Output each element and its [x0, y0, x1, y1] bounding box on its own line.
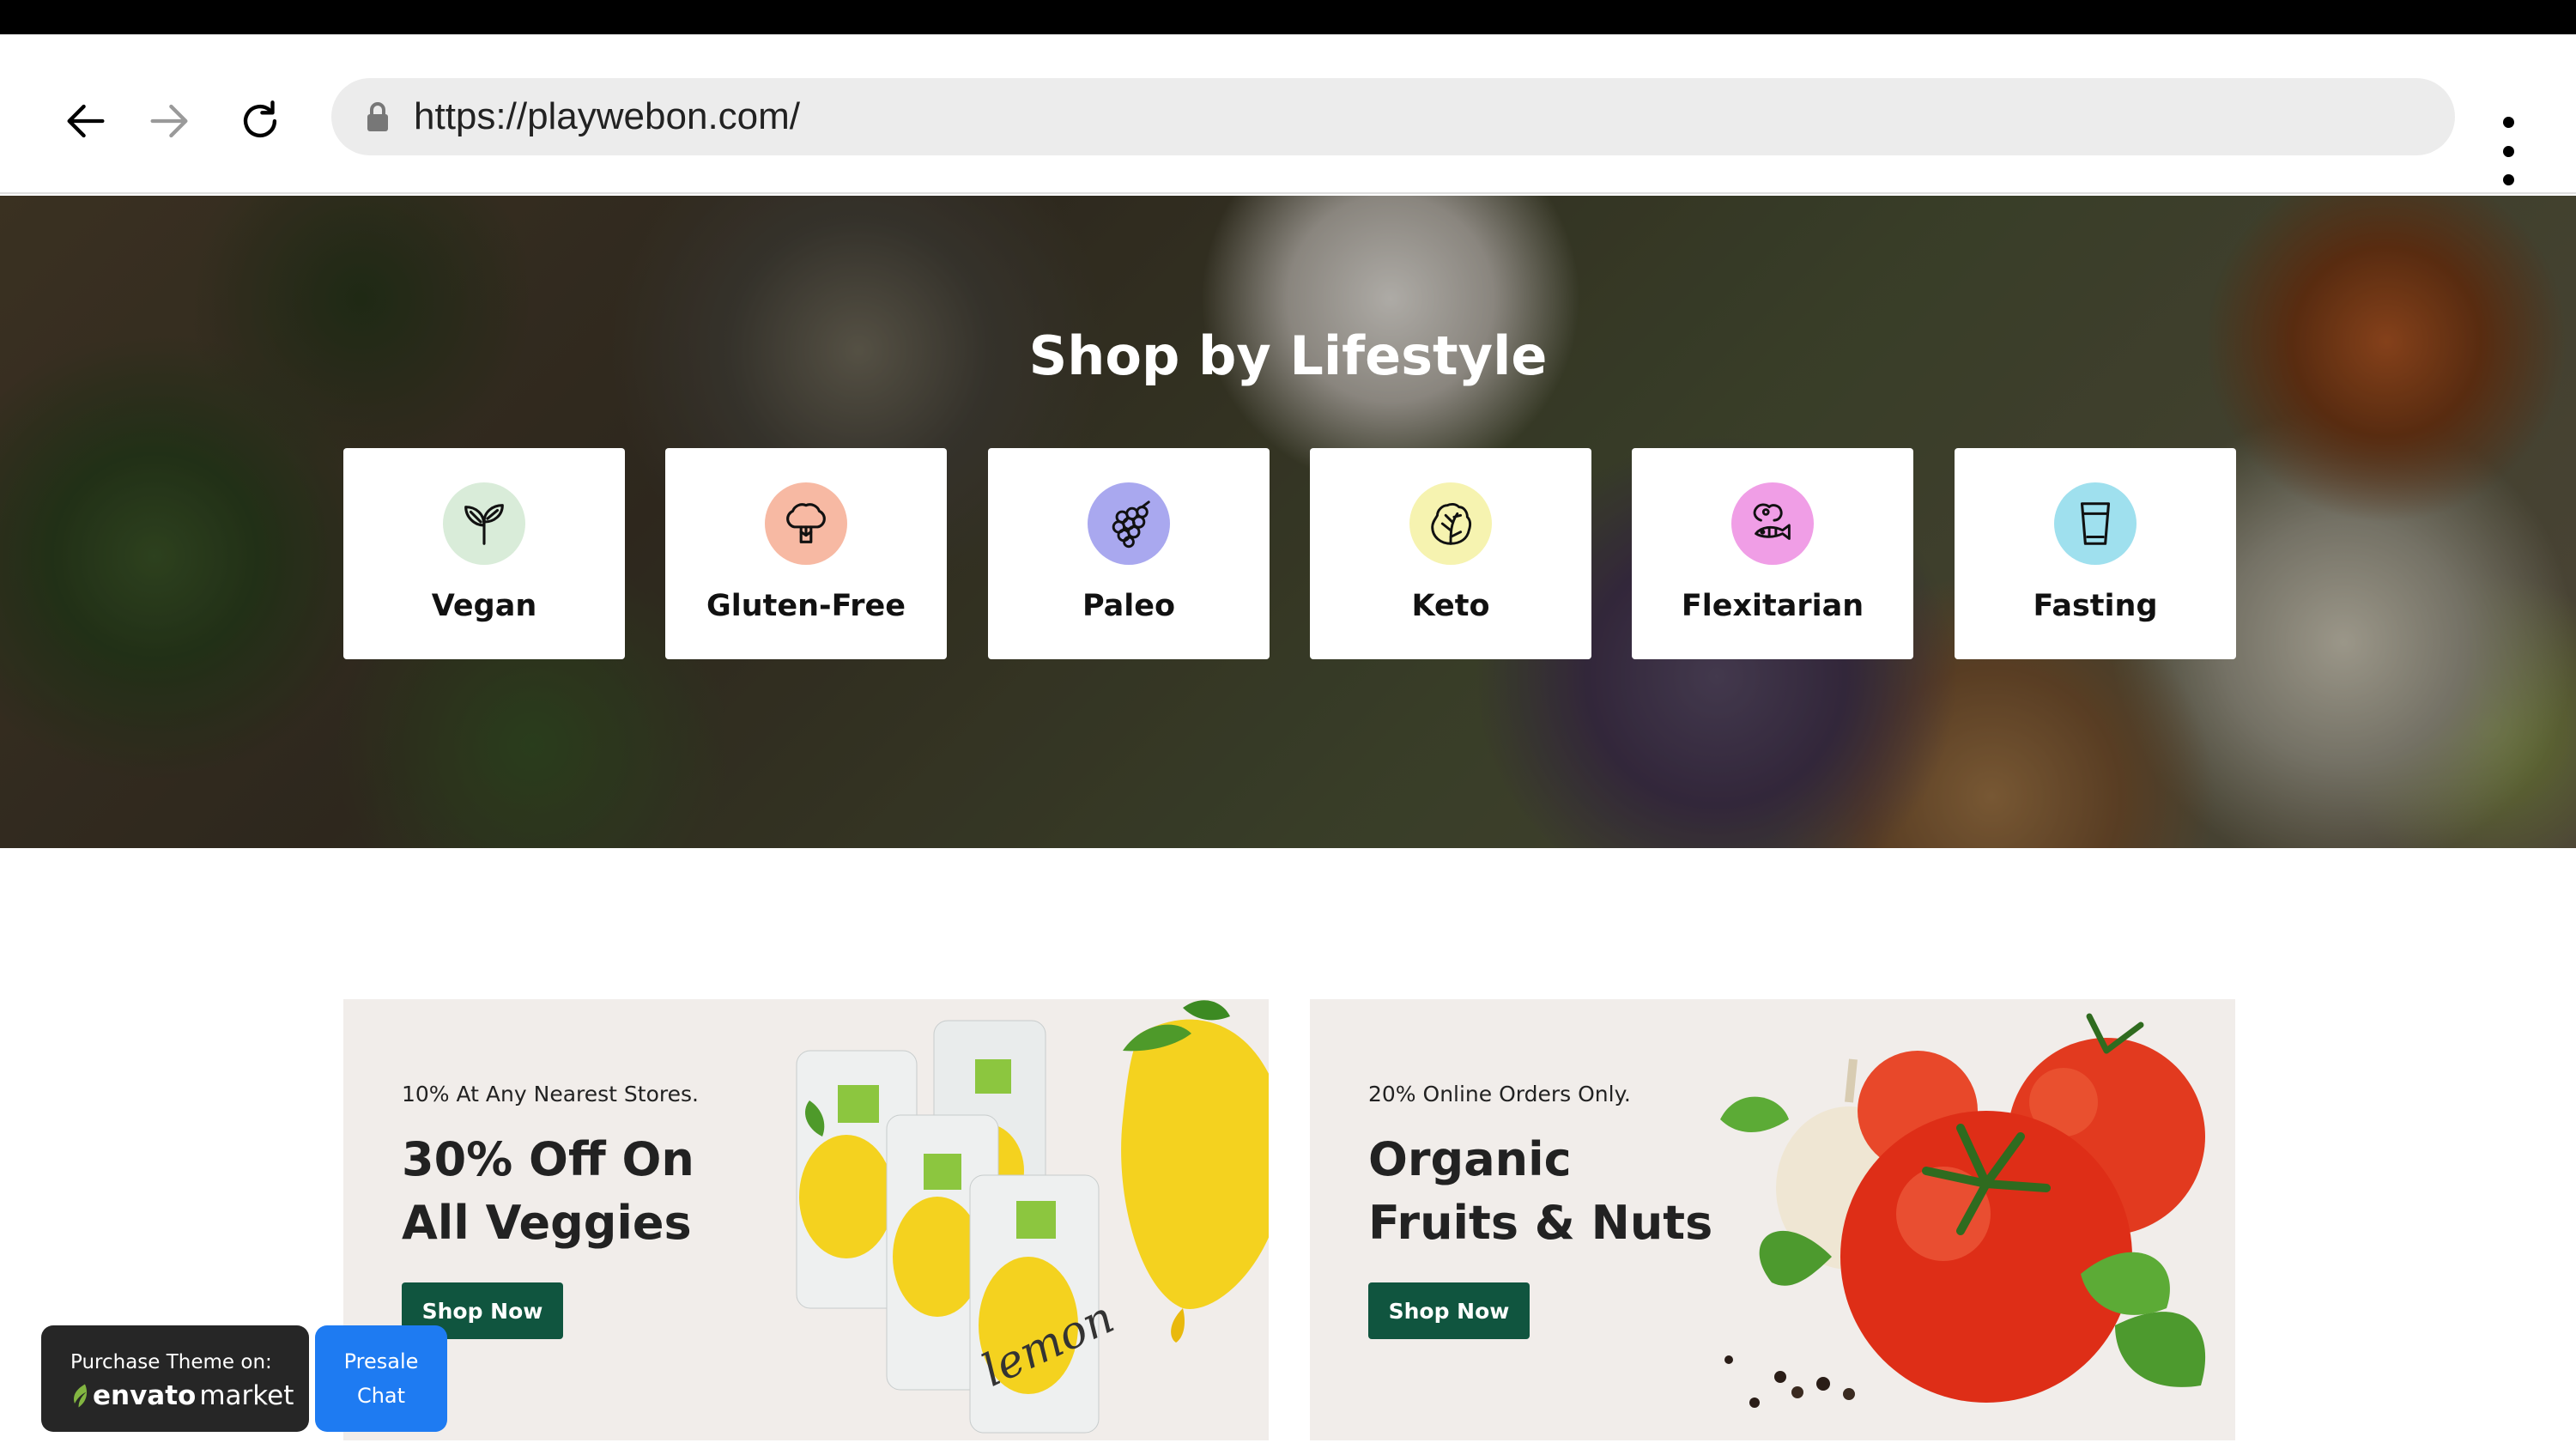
glass-icon — [2054, 482, 2137, 565]
category-card-gluten-free[interactable]: Gluten-Free — [665, 448, 947, 659]
url-text[interactable]: https://playwebon.com/ — [414, 95, 800, 138]
envato-leaf-icon — [74, 1384, 88, 1408]
purchase-label: Purchase Theme on: — [70, 1351, 272, 1373]
envato-market-logo: envato market — [70, 1380, 294, 1411]
category-label: Flexitarian — [1681, 589, 1864, 623]
category-card-paleo[interactable]: Paleo — [988, 448, 1270, 659]
section-title: Shop by Lifestyle — [1028, 324, 1548, 387]
hero-section: Shop by Lifestyle Vegan Gluten-Free Pale… — [0, 196, 2576, 848]
promo-title: Organic Fruits & Nuts — [1368, 1132, 1713, 1250]
category-label: Paleo — [1082, 589, 1176, 623]
forward-arrow-icon[interactable] — [139, 91, 199, 151]
meat-fish-icon — [1731, 482, 1814, 565]
purchase-theme-badge[interactable]: Purchase Theme on: envato market — [41, 1325, 309, 1432]
tomatoes-garlic-basil-image — [1720, 1013, 2206, 1408]
lettuce-icon — [1409, 482, 1492, 565]
category-card-vegan[interactable]: Vegan — [343, 448, 625, 659]
promo-title: 30% Off On All Veggies — [402, 1132, 694, 1250]
category-card-flexitarian[interactable]: Flexitarian — [1632, 448, 1913, 659]
promo-banner-veggies[interactable]: 10% At Any Nearest Stores. 30% Off On Al… — [343, 999, 1269, 1440]
shop-now-button[interactable]: Shop Now — [1368, 1282, 1530, 1339]
promo-subtitle: 20% Online Orders Only. — [1368, 1082, 1631, 1106]
category-label: Gluten-Free — [706, 589, 906, 623]
presale-chat-button[interactable]: Presale Chat — [315, 1325, 447, 1432]
lock-icon — [367, 102, 388, 131]
grapes-icon — [1088, 482, 1170, 565]
address-bar[interactable]: https://playwebon.com/ — [331, 78, 2455, 155]
category-card-keto[interactable]: Keto — [1310, 448, 1591, 659]
promo-banner-fruits-nuts[interactable]: 20% Online Orders Only. Organic Fruits &… — [1310, 999, 2235, 1440]
back-arrow-icon[interactable] — [56, 91, 116, 151]
category-card-fasting[interactable]: Fasting — [1955, 448, 2236, 659]
category-label: Keto — [1411, 589, 1490, 623]
lemon-juice-cans-image: lemon — [796, 1000, 1269, 1434]
browser-toolbar: https://playwebon.com/ — [0, 34, 2576, 194]
promo-subtitle: 10% At Any Nearest Stores. — [402, 1082, 699, 1106]
category-label: Vegan — [431, 589, 537, 623]
category-label: Fasting — [2033, 589, 2158, 623]
broccoli-icon — [765, 482, 847, 565]
system-status-bar — [0, 0, 2576, 34]
sprout-icon — [443, 482, 525, 565]
reload-icon[interactable] — [230, 91, 290, 151]
more-vert-icon[interactable] — [2489, 117, 2527, 185]
